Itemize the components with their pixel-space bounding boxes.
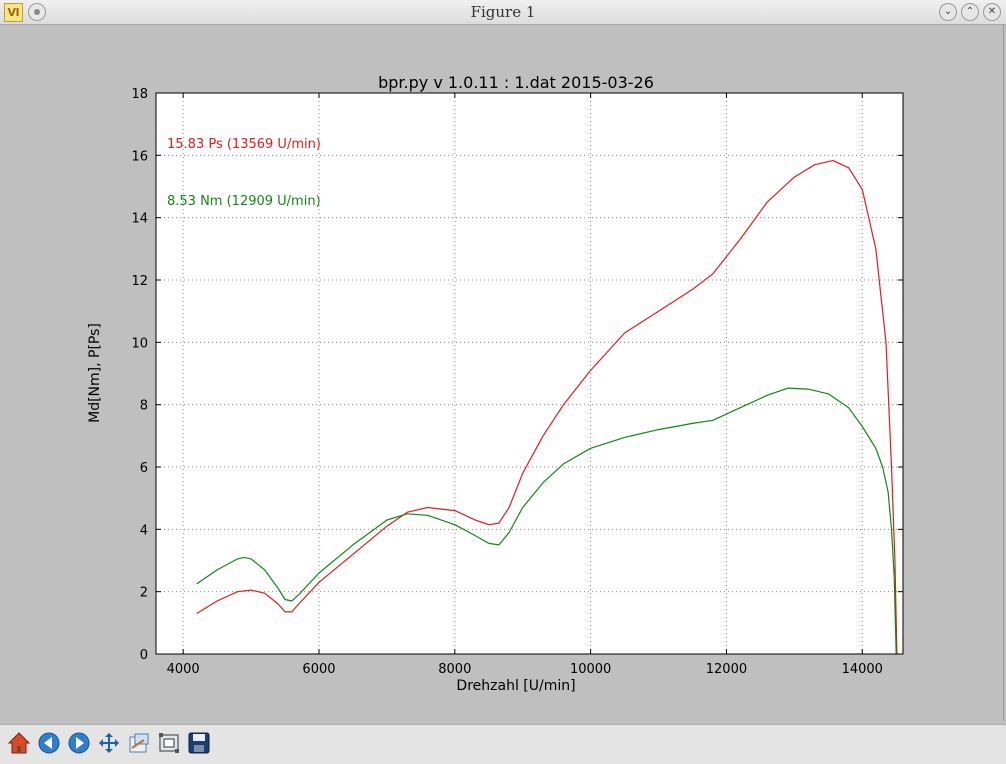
y-tick-label: 4 [140,523,148,538]
y-axis-label: Md[Nm], P[Ps] [87,323,103,423]
x-axis-label: Drehzahl [U/min] [456,678,575,694]
figure-canvas[interactable]: 4000 6000 8000 10000 12000 14000 0 2 4 6 8 10 12 14 1… [5,25,1004,721]
close-button[interactable]: ✕ [983,3,1001,21]
y-tick-label: 12 [131,274,148,289]
navigation-toolbar [0,724,1006,764]
home-icon[interactable] [6,730,32,756]
chart-title: bpr.py v 1.0.11 : 1.dat 2015-03-26 [378,73,654,92]
x-tick-label: 4000 [167,662,200,677]
x-tick-label: 10000 [570,662,611,677]
x-tick-label: 8000 [438,662,471,677]
y-tick-label: 16 [131,149,148,164]
configure-subplots-icon[interactable] [126,730,152,756]
y-tick-label: 18 [131,87,148,102]
y-tick-label: 10 [131,336,148,351]
x-tick-label: 14000 [842,662,883,677]
x-tick-label: 12000 [706,662,747,677]
y-tick-label: 8 [140,399,148,414]
y-tick-label: 0 [140,648,148,663]
x-tick-label: 6000 [302,662,335,677]
window-title: Figure 1 [470,3,536,21]
plot-area [156,93,903,654]
minimize-button[interactable]: ⌄ [939,3,957,21]
chart-svg: 4000 6000 8000 10000 12000 14000 0 2 4 6 8 10 12 14 1… [87,73,904,694]
maximize-button[interactable]: ⌃ [961,3,979,21]
max-power-annotation: 15.83 Ps (13569 U/min) [167,137,321,152]
y-tick-label: 14 [131,212,148,227]
back-icon[interactable] [36,730,62,756]
y-tick-label: 2 [140,586,148,601]
zoom-rect-icon[interactable] [156,730,182,756]
pan-icon[interactable] [96,730,122,756]
y-tick-label: 6 [140,461,148,476]
forward-icon[interactable] [66,730,92,756]
window-titlebar: Ⅵ Figure 1 ⌄ ⌃ ✕ [0,0,1006,25]
save-icon[interactable] [186,730,212,756]
max-torque-annotation: 8.53 Nm (12909 U/min) [167,194,321,209]
